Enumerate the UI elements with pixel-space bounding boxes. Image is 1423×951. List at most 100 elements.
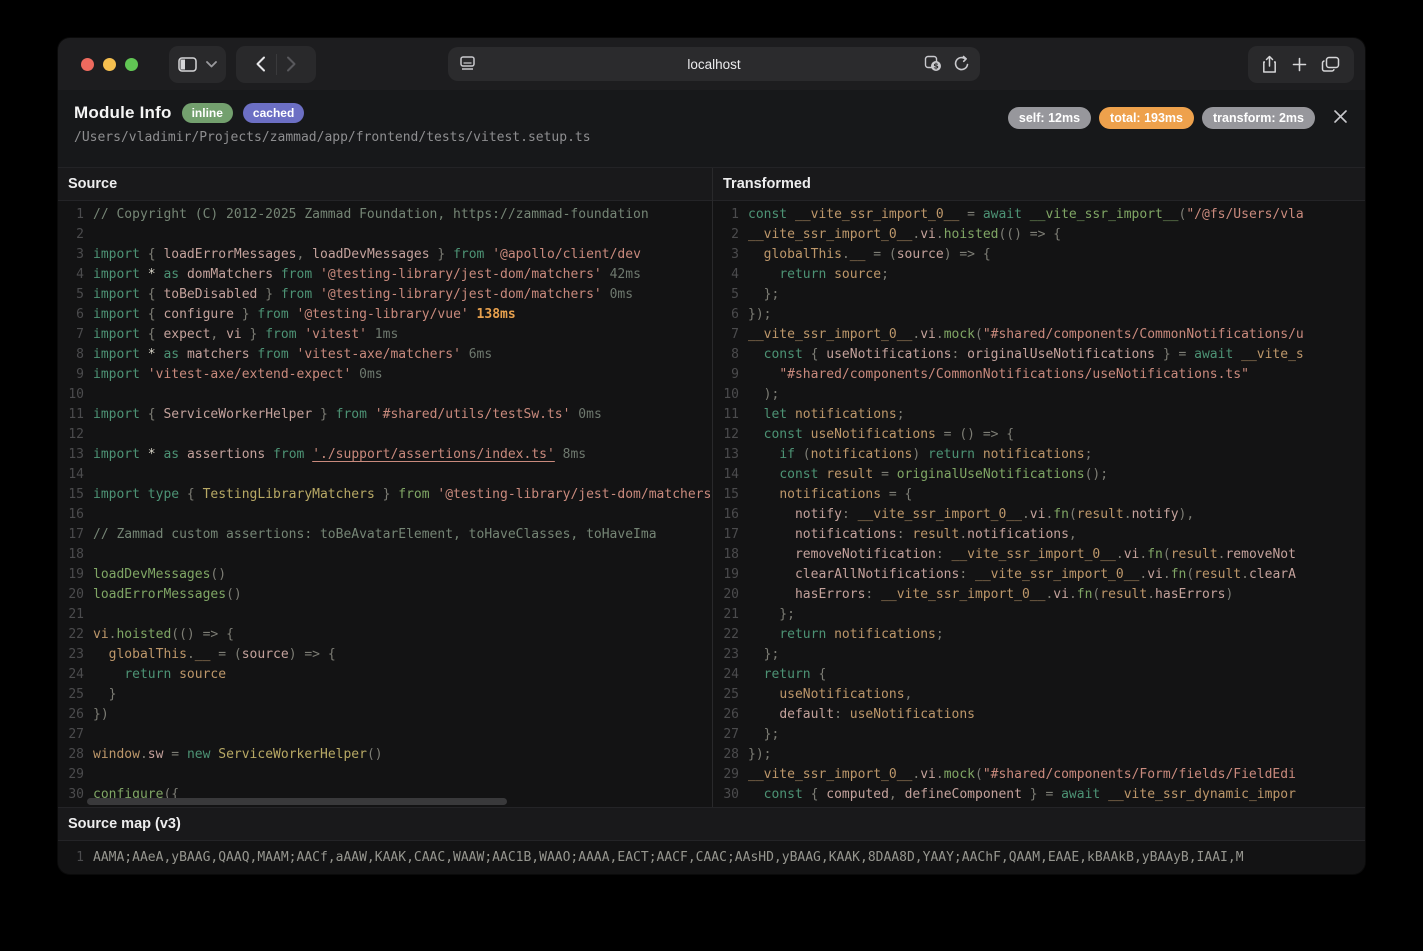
line-number: 22 (723, 627, 739, 642)
code-line: 28}); (713, 745, 1365, 765)
code-line: 18 removeNotification: __vite_ssr_import… (713, 545, 1365, 565)
code-token: removeNot (1225, 547, 1296, 562)
code-token: const (763, 427, 803, 442)
line-number: 18 (723, 547, 739, 562)
code-token: . (841, 247, 850, 262)
code-token: ), (1178, 507, 1195, 522)
code-line: 25 } (58, 685, 712, 705)
code-token: await (1061, 787, 1101, 802)
code-token: let (763, 407, 788, 422)
self-time-badge: self: 12ms (1007, 107, 1092, 129)
line-number: 10 (68, 387, 84, 402)
code-token: "#shared/components/CommonNotifications/… (779, 367, 1249, 382)
code-token: ( (975, 327, 983, 342)
forward-button[interactable] (286, 56, 296, 72)
code-token: hoisted (943, 227, 999, 242)
sidebar-toggle-button[interactable] (169, 45, 226, 83)
code-token: }); (748, 747, 772, 762)
share-icon[interactable] (1262, 55, 1277, 74)
code-token: mock (943, 767, 975, 782)
code-token: useNotifications (826, 347, 952, 362)
reload-icon[interactable] (954, 55, 970, 72)
code-token: '#shared/utils/testSw.ts' (374, 407, 571, 422)
new-tab-icon[interactable] (1292, 57, 1307, 72)
code-token: fn (1053, 507, 1069, 522)
code-line: 15 notifications = { (713, 485, 1365, 505)
code-token: loadErrorMessages (163, 247, 297, 262)
code-token: fn (1076, 587, 1093, 602)
code-line: 7 import { expect, vi } from 'vitest' 1ms (58, 325, 712, 345)
line-number: 15 (68, 487, 84, 502)
code-token: : (841, 507, 858, 522)
code-token: () (366, 747, 383, 762)
code-token: from (265, 327, 297, 342)
code-token: }; (748, 607, 795, 622)
code-token: { (802, 787, 827, 802)
line-number: 21 (68, 607, 84, 622)
code-token: fn (1147, 547, 1163, 562)
line-number: 30 (723, 787, 739, 802)
zoom-window-button[interactable] (125, 57, 138, 71)
code-token: 'vitest-axe/extend-expect' (147, 367, 352, 382)
extension-icon[interactable]: $ (924, 55, 943, 72)
code-token: ( (794, 447, 811, 462)
back-button[interactable] (256, 56, 266, 72)
code-token: __vite_ssr_import__ (1029, 207, 1179, 222)
code-line: 2 (58, 225, 712, 245)
code-token: import type (93, 487, 180, 502)
traffic-lights (81, 57, 138, 71)
code-token: domMatchers (186, 267, 274, 282)
close-window-button[interactable] (81, 57, 94, 71)
source-map-title: Source map (v3) (58, 808, 1365, 841)
close-icon (1333, 109, 1347, 123)
minimize-window-button[interactable] (103, 57, 116, 71)
line-number: 16 (68, 507, 84, 522)
code-token: = () => { (935, 427, 1015, 442)
code-token: } (257, 287, 281, 302)
code-line: 29 __vite_ssr_import_0__.vi.mock("#shared… (713, 765, 1365, 785)
line-number: 24 (68, 667, 84, 682)
code-line: 20 loadErrorMessages() (58, 585, 712, 605)
line-number: 17 (68, 527, 84, 542)
line-number: 1 (76, 207, 84, 222)
line-number: 25 (723, 687, 739, 702)
code-token: { (139, 287, 164, 302)
line-number: 20 (68, 587, 84, 602)
code-token: 42ms (601, 267, 641, 282)
code-token: __vite_ssr_dynamic_impor (1108, 787, 1296, 802)
line-number: 4 (731, 267, 739, 282)
close-panel-button[interactable] (1329, 105, 1351, 127)
code-token: } (233, 307, 258, 322)
line-number: 15 (723, 487, 739, 502)
address-bar[interactable]: localhost $ (448, 47, 980, 81)
line-number: 18 (68, 547, 84, 562)
code-token: return (779, 267, 827, 282)
code-token: __vite_ssr_import_0__ (975, 567, 1140, 582)
inline-badge: inline (181, 103, 233, 123)
code-panels: Source 1 // Copyright (C) 2012-2025 Zamma… (58, 168, 1365, 807)
line-number: 16 (723, 507, 739, 522)
code-token: as (163, 447, 180, 462)
line-number: 19 (68, 567, 84, 582)
code-token: { (139, 247, 164, 262)
code-token: source (179, 667, 227, 682)
code-line: 4 return source; (713, 265, 1365, 285)
tab-overview-icon[interactable] (1321, 56, 1340, 73)
code-line: 11 let notifications; (713, 405, 1365, 425)
import-link[interactable]: './support/assertions/index.ts' (312, 447, 555, 462)
code-token: } = (1155, 347, 1195, 362)
code-token: notifications (794, 527, 897, 542)
horizontal-scrollbar[interactable] (87, 798, 507, 805)
code-line: 8 import * as matchers from 'vitest-axe/m… (58, 345, 712, 365)
code-token: source (834, 267, 882, 282)
line-number: 29 (68, 767, 84, 782)
code-token: , (1068, 527, 1077, 542)
